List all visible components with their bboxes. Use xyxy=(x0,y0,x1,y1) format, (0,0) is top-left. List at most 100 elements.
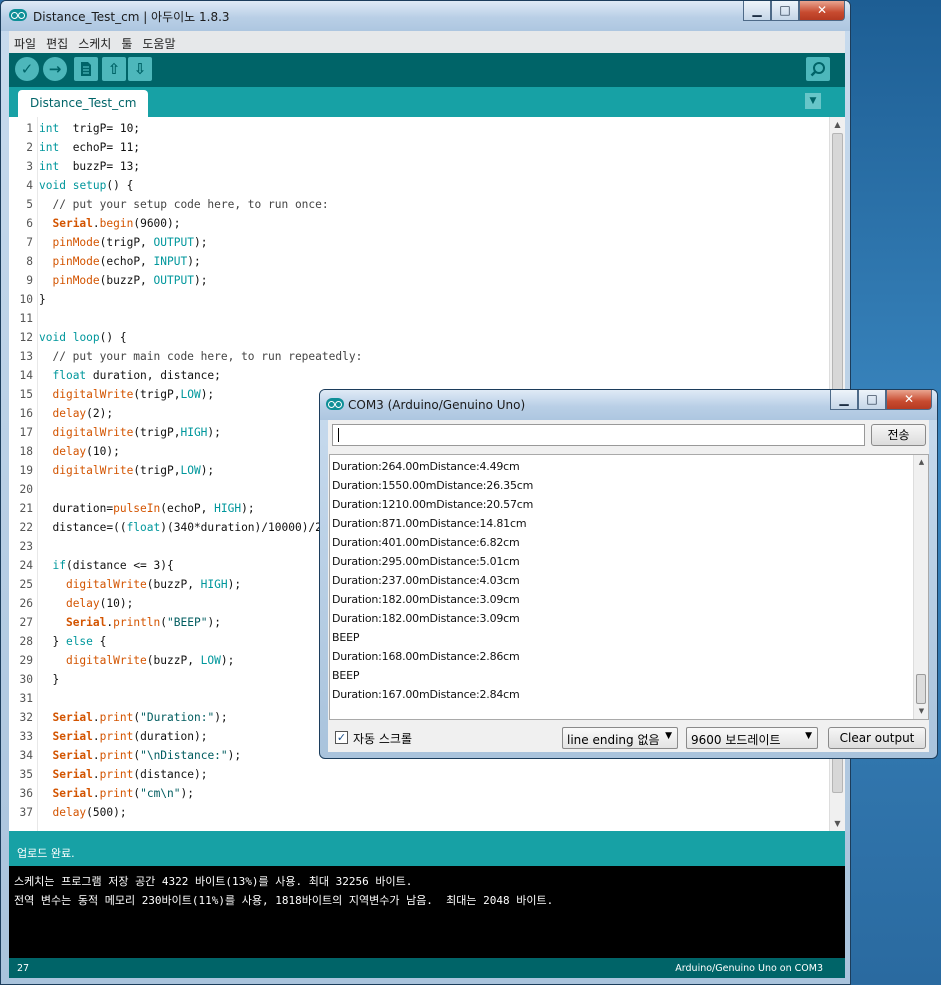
code-token: echoP= 11; xyxy=(59,141,141,154)
serial-output[interactable]: Duration:264.00mDistance:4.49cm Duration:… xyxy=(329,454,929,720)
serial-output-line: Duration:401.00mDistance:6.82cm xyxy=(332,536,520,549)
autoscroll-checkbox[interactable]: ✓ xyxy=(335,731,348,744)
line-number: 19 xyxy=(19,464,33,477)
code-token: } xyxy=(39,635,66,648)
line-number: 37 xyxy=(19,806,33,819)
minimize-button[interactable]: ▁ xyxy=(743,1,771,21)
tab-distance-test-cm[interactable]: Distance_Test_cm xyxy=(18,90,148,117)
arduino-logo-icon xyxy=(9,9,27,21)
line-number: 2 xyxy=(26,141,33,154)
serial-monitor-button[interactable] xyxy=(806,57,830,81)
line-number: 10 xyxy=(19,293,33,306)
tab-menu-button[interactable]: ▼ xyxy=(805,93,821,109)
code-token: ); xyxy=(193,236,208,249)
serial-scrollbar[interactable]: ▲ ▼ xyxy=(913,455,928,719)
ide-titlebar[interactable]: Distance_Test_cm | 아두이노 1.8.3 ▁ □ ✕ xyxy=(1,1,850,31)
serial-maximize-button[interactable]: □ xyxy=(858,390,886,410)
code-token: int xyxy=(39,141,60,154)
code-token: print xyxy=(99,768,134,781)
code-token: print xyxy=(99,749,134,762)
code-token: HIGH xyxy=(214,502,242,515)
code-line: 4 void setup() { xyxy=(9,176,829,195)
line-ending-select[interactable]: line ending 없음 ▼ xyxy=(562,727,678,749)
serial-output-line: Duration:182.00mDistance:3.09cm xyxy=(332,593,520,606)
code-token: pinMode xyxy=(52,274,100,287)
serial-minimize-button[interactable]: ▁ xyxy=(830,390,858,410)
scroll-up-icon[interactable]: ▲ xyxy=(914,455,928,470)
serial-output-line: Duration:167.00mDistance:2.84cm xyxy=(332,688,520,701)
line-number: 11 xyxy=(19,312,33,325)
code-token: distance=(( xyxy=(39,521,127,534)
line-number: 7 xyxy=(26,236,33,249)
line-number: 22 xyxy=(19,521,33,534)
verify-button[interactable]: ✓ xyxy=(15,57,39,81)
baud-rate-select[interactable]: 9600 보드레이트 ▼ xyxy=(686,727,818,749)
code-token: (trigP, xyxy=(133,388,181,401)
code-token: . xyxy=(92,768,100,781)
code-token: pinMode xyxy=(52,255,100,268)
scroll-down-icon[interactable]: ▼ xyxy=(914,704,928,719)
current-line-number: 27 xyxy=(17,963,30,974)
save-button[interactable]: ⇩ xyxy=(128,57,152,81)
tab-bar: Distance_Test_cm ▼ xyxy=(9,87,845,117)
scroll-up-icon[interactable]: ▲ xyxy=(830,117,845,132)
clear-output-button[interactable]: Clear output xyxy=(828,727,926,749)
code-token: ); xyxy=(207,426,221,439)
serial-close-button[interactable]: ✕ xyxy=(886,390,932,410)
new-button[interactable] xyxy=(74,57,98,81)
close-button[interactable]: ✕ xyxy=(799,1,845,21)
code-line: 8 pinMode(echoP, INPUT); xyxy=(9,252,829,271)
serial-footer: ✓ 자동 스크롤 line ending 없음 ▼ 9600 보드레이트 ▼ C… xyxy=(328,720,929,752)
maximize-button[interactable]: □ xyxy=(771,1,799,21)
serial-send-input[interactable] xyxy=(332,424,865,446)
code-token: Serial xyxy=(52,787,93,800)
code-token: ); xyxy=(227,578,242,591)
code-line: 2 int echoP= 11; xyxy=(9,138,829,157)
check-icon: ✓ xyxy=(20,60,34,78)
menu-file[interactable]: 파일 xyxy=(9,31,41,52)
code-token: (9600); xyxy=(133,217,181,230)
code-token: ); xyxy=(220,654,235,667)
code-token: ); xyxy=(193,274,208,287)
serial-titlebar[interactable]: COM3 (Arduino/Genuino Uno) ▁ □ ✕ xyxy=(320,390,937,420)
code-token: print xyxy=(99,730,134,743)
menu-edit[interactable]: 편집 xyxy=(41,31,73,52)
code-token: digitalWrite xyxy=(65,578,147,591)
upload-button[interactable]: → xyxy=(43,57,67,81)
line-ending-value: line ending 없음 xyxy=(567,733,660,747)
code-token: setup xyxy=(72,179,107,192)
code-line: 36 Serial.print("cm\n"); xyxy=(9,784,829,803)
code-token: delay xyxy=(52,445,87,458)
menu-sketch[interactable]: 스케치 xyxy=(73,31,116,52)
line-number: 9 xyxy=(26,274,33,287)
line-number: 15 xyxy=(19,388,33,401)
menu-tools[interactable]: 툴 xyxy=(116,31,137,52)
code-token: delay xyxy=(52,806,87,819)
serial-output-line: Duration:1210.00mDistance:20.57cm xyxy=(332,498,534,511)
line-number: 34 xyxy=(19,749,33,762)
send-button[interactable]: 전송 xyxy=(871,424,926,446)
code-token: ); xyxy=(180,787,194,800)
code-token: LOW xyxy=(200,654,221,667)
serial-scroll-thumb[interactable] xyxy=(916,674,926,704)
code-line: 12 void loop() { xyxy=(9,328,829,347)
code-token: // put your setup code here, to run once… xyxy=(39,198,329,211)
code-token: int xyxy=(39,122,60,135)
code-token: (distance); xyxy=(133,768,208,781)
open-button[interactable]: ⇧ xyxy=(102,57,126,81)
scroll-down-icon[interactable]: ▼ xyxy=(830,816,845,831)
menu-help[interactable]: 도움말 xyxy=(137,31,180,52)
code-token: Serial xyxy=(52,217,93,230)
code-token: () { xyxy=(99,331,127,344)
code-token: delay xyxy=(52,407,87,420)
code-token: ); xyxy=(207,616,221,629)
code-token: (buzzP, xyxy=(99,274,154,287)
code-token: trigP= 10; xyxy=(59,122,141,135)
line-number: 18 xyxy=(19,445,33,458)
